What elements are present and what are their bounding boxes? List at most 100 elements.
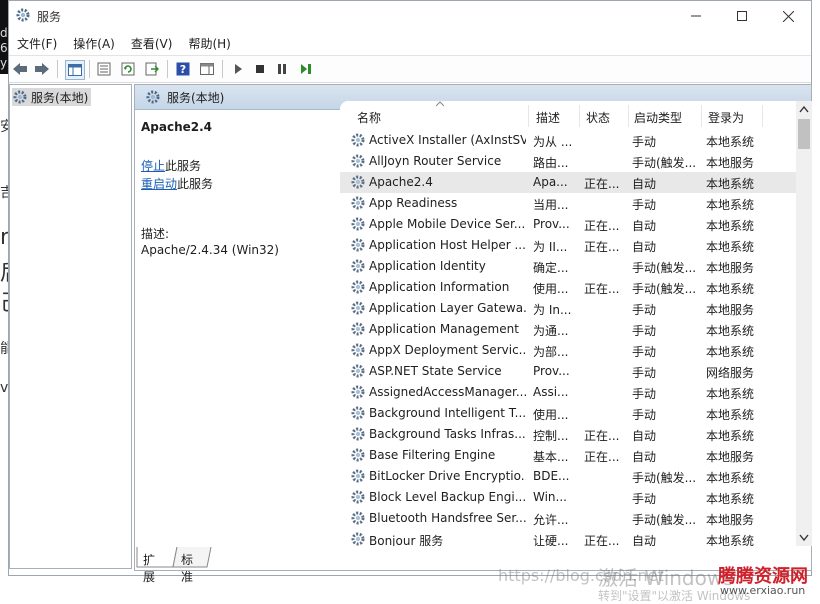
scroll-up-icon[interactable] [799,105,809,113]
table-row[interactable]: Background Intelligent T... 使用... 手动 本地系统 [340,403,800,424]
restart-service-button[interactable] [297,60,315,78]
table-row[interactable]: App Readiness 当用... 手动 本地系统 [340,193,800,214]
maximize-icon [737,11,747,21]
table-row[interactable]: ASP.NET State Service Prov... 手动 网络服务 [340,361,800,382]
column-header-startup-type[interactable]: 启动类型 [634,109,682,126]
export-icon [145,62,159,76]
table-row[interactable]: Application Management 为通... 手动 本地系统 [340,319,800,340]
column-header-log-on-as[interactable]: 登录为 [708,109,744,126]
forward-button[interactable] [33,60,51,78]
service-name: AllJoyn Router Service [369,154,502,168]
table-row[interactable]: Application Information 使用... 正在... 手动(触发..… [340,277,800,298]
service-description: 路由... [533,156,569,170]
column-divider[interactable] [579,105,580,127]
table-row[interactable]: Bonjour 服务 让硬... 正在... 自动 本地系统 [340,529,800,546]
table-row[interactable]: Application Host Helper ... 为 II... 正在... 自… [340,235,800,256]
service-name: Bonjour 服务 [369,534,444,546]
service-description: 使用... [533,408,569,422]
tree-item-services-local[interactable]: 服务(本地) [12,88,92,106]
tab-extended[interactable]: 扩展 [137,549,161,587]
service-startup-type: 自动 [632,429,657,443]
service-log-on-as: 本地系统 [706,408,755,422]
service-description: 为 In... [533,303,571,317]
menu-file[interactable]: 文件(F) [9,31,65,53]
bg-char: y [0,56,8,70]
service-status: 正在... [584,534,620,546]
stop-service-button[interactable] [251,60,269,78]
service-gear-icon [350,510,366,529]
restart-icon [301,64,311,74]
main-pane: 服务(本地) Apache2.4 停止此服务 重启动此服务 描述: Apache… [134,84,812,584]
service-name: ASP.NET State Service [369,364,502,378]
service-startup-type: 手动 [632,492,657,506]
service-description: 为通... [533,324,569,338]
minimize-icon [691,15,701,17]
menu-action[interactable]: 操作(A) [65,31,123,53]
service-gear-icon [350,342,366,361]
table-row[interactable]: ActiveX Installer (AxInstSV) 为从 ... 手动 本地系统 [340,130,800,151]
back-button[interactable] [11,60,29,78]
refresh-button[interactable] [119,60,137,78]
description-panel: Apache2.4 停止此服务 重启动此服务 描述: Apache/2.4.34… [135,110,340,546]
service-startup-type: 自动 [632,450,657,464]
service-gear-icon [350,384,366,403]
table-row[interactable]: Application Identity 确定... 手动(触发... 本地服务 [340,256,800,277]
maximize-button[interactable] [719,1,765,31]
table-row[interactable]: BitLocker Drive Encryptio... BDE... 手动(触发.… [340,466,800,487]
service-description: 为从 ... [533,135,571,149]
console-tree-button[interactable] [65,60,85,80]
close-button[interactable] [765,1,811,31]
service-name: AssignedAccessManager... [369,385,526,399]
minimize-button[interactable] [673,1,719,31]
service-status: 正在... [584,219,620,233]
pause-service-button[interactable] [273,60,291,78]
service-name: BitLocker Drive Encryptio... [369,469,526,483]
service-gear-icon [350,531,366,546]
service-description: 控制... [533,429,569,443]
service-name: Base Filtering Engine [369,448,496,462]
table-row[interactable]: AppX Deployment Servic... 为部... 手动 本地系统 [340,340,800,361]
column-divider[interactable] [762,105,763,127]
service-name: Application Layer Gatewa... [369,301,526,315]
table-row[interactable]: AllJoyn Router Service 路由... 手动(触发... 本地服务 [340,151,800,172]
stop-service-link[interactable]: 停止 [141,159,165,173]
start-service-button[interactable] [229,60,247,78]
show-hide-action-pane-button[interactable] [198,60,216,78]
menu-view[interactable]: 查看(V) [123,31,181,53]
scroll-down-icon[interactable] [799,534,809,542]
table-row[interactable]: Apache2.4 Apa... 正在... 自动 本地系统 [340,172,800,193]
service-description: 确定... [533,261,569,275]
table-row[interactable]: Apple Mobile Device Ser... Prov... 正在... 自动… [340,214,800,235]
column-divider[interactable] [528,105,529,127]
service-log-on-as: 本地系统 [706,429,755,443]
table-row[interactable]: Application Layer Gatewa... 为 In... 手动 本地服务 [340,298,800,319]
console-tree: 服务(本地) [9,84,132,569]
toolbar-separator [57,60,58,78]
service-name: App Readiness [369,196,458,210]
help-button[interactable]: ? [174,60,192,78]
vertical-scrollbar[interactable] [796,101,812,546]
table-row[interactable]: Background Tasks Infras... 控制... 正在... 自动 本地… [340,424,800,445]
column-header-name[interactable]: 名称 [357,109,381,126]
scrollbar-thumb[interactable] [798,119,810,149]
service-log-on-as: 本地系统 [706,198,755,212]
properties-button[interactable] [95,60,113,78]
column-divider[interactable] [628,105,629,127]
column-header-description[interactable]: 描述 [536,109,560,126]
column-header-row: 名称 描述 状态 启动类型 登录为 [340,101,800,127]
table-row[interactable]: Base Filtering Engine 基本... 正在... 自动 本地服务 [340,445,800,466]
restart-service-link[interactable]: 重启动 [141,177,177,191]
menu-help[interactable]: 帮助(H) [180,31,238,53]
title-bar[interactable]: 服务 [9,1,811,31]
service-startup-type: 自动 [632,177,657,191]
column-header-status[interactable]: 状态 [586,109,610,126]
refresh-icon [121,62,135,76]
toolbar-separator [167,60,168,78]
export-list-button[interactable] [143,60,161,78]
table-row[interactable]: Bluetooth Handsfree Ser... 允许... 手动(触发... 本… [340,508,800,529]
tab-standard[interactable]: 标准 [175,549,199,587]
table-row[interactable]: Block Level Backup Engi... Win... 手动 本地系统 [340,487,800,508]
table-row[interactable]: AssignedAccessManager... Assi... 手动 本地系统 [340,382,800,403]
service-log-on-as: 本地系统 [706,471,755,485]
column-divider[interactable] [701,105,702,127]
